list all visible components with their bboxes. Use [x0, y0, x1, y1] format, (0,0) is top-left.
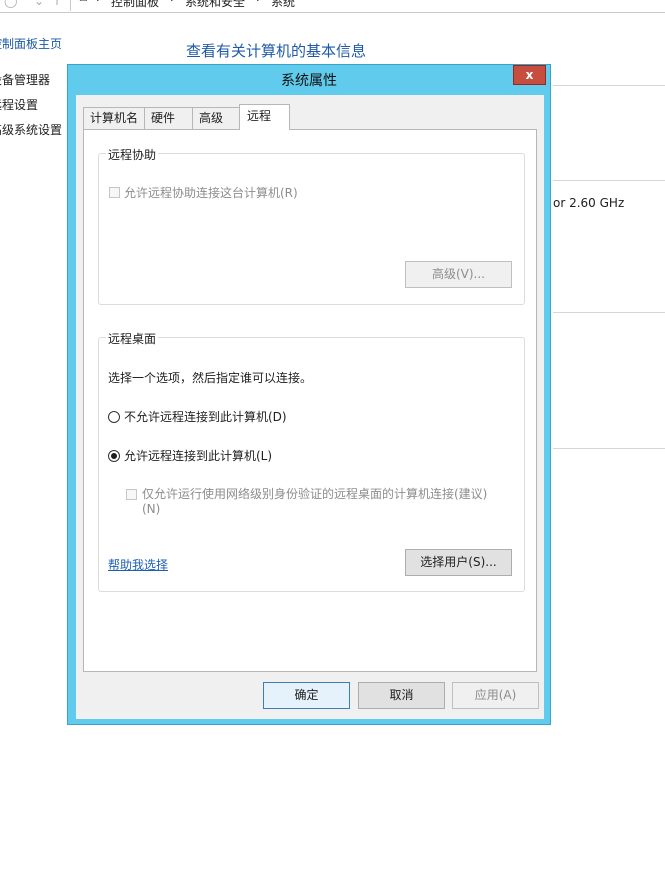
breadcrumb-item[interactable]: 系统和安全 [185, 0, 245, 10]
section-divider [553, 448, 665, 449]
close-icon: x [525, 68, 534, 82]
nla-only-label-shortcut: (N) [142, 502, 161, 516]
tab-remote[interactable]: 远程 [239, 104, 290, 130]
instruction-text: 选择一个选项，然后指定谁可以连接。 [108, 371, 313, 385]
section-divider [553, 85, 665, 86]
nla-only-checkbox[interactable] [126, 489, 137, 500]
help-me-choose-link[interactable]: 帮助我选择 [108, 556, 168, 573]
breadcrumb-item[interactable]: 系统 [271, 0, 295, 10]
remote-assistance-group: 远程协助 允许远程协助连接这台计算机(R) 高级(V)... [98, 146, 525, 305]
group-label: 远程协助 [106, 146, 159, 163]
ok-button[interactable]: 确定 [263, 682, 350, 709]
computer-icon: ▣ [79, 0, 88, 3]
system-properties-dialog: 系统属性 x 计算机名 硬件 高级 远程 远程协助 允许远程协助连接这台计算机(… [67, 64, 551, 725]
radio-selected-dot [111, 453, 117, 459]
breadcrumb[interactable]: ▣ ▶ 控制面板 ▶ 系统和安全 ▶ 系统 [70, 0, 665, 11]
select-users-button[interactable]: 选择用户(S)... [405, 549, 512, 576]
address-bar: ◯ ⌄ ↑ ▣ ▶ 控制面板 ▶ 系统和安全 ▶ 系统 [0, 0, 665, 13]
close-button[interactable]: x [513, 65, 546, 85]
nla-only-label: 仅允许运行使用网络级别身份验证的远程桌面的计算机连接(建议) [142, 487, 488, 501]
allow-remote-assistance-label: 允许远程协助连接这台计算机(R) [124, 186, 298, 200]
cancel-button[interactable]: 取消 [358, 682, 445, 709]
chevron-right-icon: ▶ [257, 0, 264, 3]
history-dropdown-icon[interactable]: ⌄ [34, 0, 44, 8]
back-icon[interactable]: ◯ [4, 0, 17, 8]
allow-remote-radio[interactable] [108, 450, 120, 462]
remote-desktop-group: 远程桌面 选择一个选项，然后指定谁可以连接。 不允许远程连接到此计算机(D) 允… [98, 330, 525, 592]
processor-info: or 2.60 GHz [553, 196, 625, 210]
allow-remote-label[interactable]: 允许远程连接到此计算机(L) [124, 447, 272, 464]
section-divider [553, 312, 665, 313]
sidebar-home-link[interactable]: 控制面板主页 [0, 35, 62, 52]
section-divider [553, 180, 665, 181]
tab-computer-name[interactable]: 计算机名 [83, 107, 145, 129]
chevron-right-icon: ▶ [171, 0, 178, 3]
apply-button[interactable]: 应用(A) [452, 682, 539, 709]
tab-hardware[interactable]: 硬件 [144, 107, 193, 129]
sidebar-item-remote-settings[interactable]: 远程设置 [0, 96, 38, 113]
dialog-title: 系统属性 [281, 73, 337, 89]
advanced-button[interactable]: 高级(V)... [405, 261, 512, 288]
up-arrow-icon[interactable]: ↑ [52, 0, 62, 8]
sidebar-item-device-manager[interactable]: 设备管理器 [0, 71, 50, 88]
tab-advanced[interactable]: 高级 [192, 107, 241, 129]
chevron-right-icon: ▶ [97, 0, 104, 3]
remote-tab-panel: 远程协助 允许远程协助连接这台计算机(R) 高级(V)... 远程桌面 选择一个… [83, 129, 537, 672]
page-title: 查看有关计算机的基本信息 [186, 42, 367, 60]
deny-remote-radio[interactable] [108, 411, 120, 423]
deny-remote-label[interactable]: 不允许远程连接到此计算机(D) [124, 408, 287, 425]
allow-remote-assistance-checkbox[interactable] [109, 187, 120, 198]
dialog-body: 计算机名 硬件 高级 远程 远程协助 允许远程协助连接这台计算机(R) 高级(V… [76, 95, 544, 719]
group-label: 远程桌面 [106, 330, 159, 347]
breadcrumb-item[interactable]: 控制面板 [111, 0, 159, 10]
sidebar-item-advanced-settings[interactable]: 高级系统设置 [0, 121, 62, 138]
